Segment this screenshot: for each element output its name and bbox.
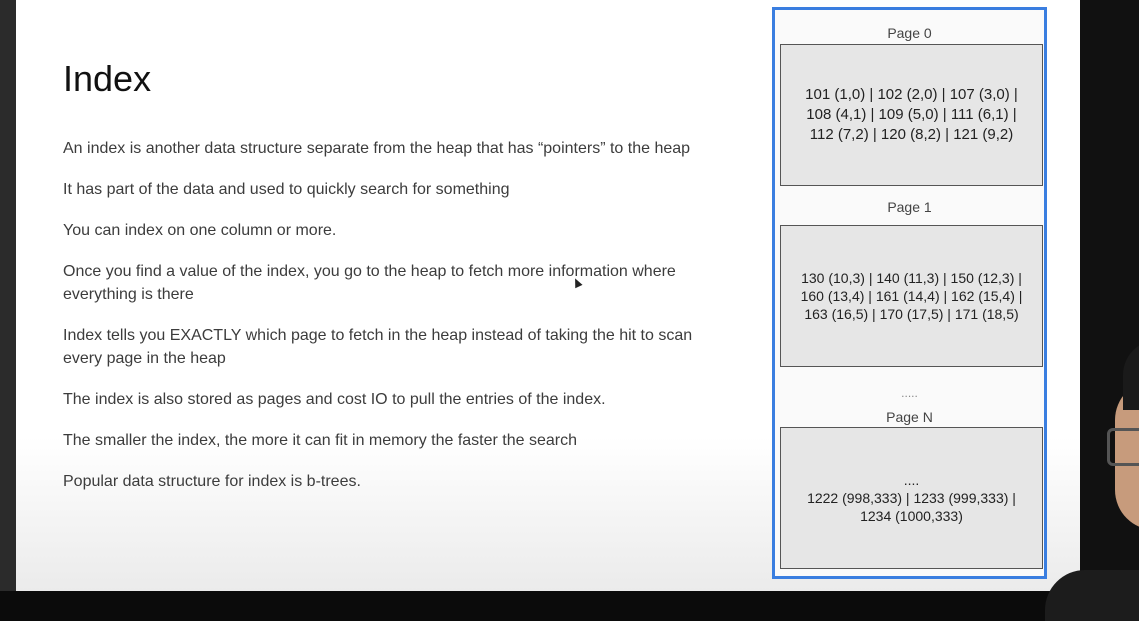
page-label: Page N: [886, 409, 933, 425]
slide: Index An index is another data structure…: [16, 0, 1080, 591]
page-line: 163 (16,5) | 170 (17,5) | 171 (18,5): [804, 306, 1019, 322]
page-label: Page 1: [887, 199, 932, 215]
page-line: 1234 (1000,333): [860, 508, 963, 524]
page-box: .... 1222 (998,333) | 1233 (999,333) | 1…: [780, 427, 1043, 569]
bullet-item: Popular data structure for index is b-tr…: [63, 473, 361, 490]
page-line: 1222 (998,333) | 1233 (999,333) |: [807, 490, 1016, 506]
bullet-item: The smaller the index, the more it can f…: [63, 432, 577, 449]
presenter-hair: [1123, 340, 1139, 410]
page-box: 130 (10,3) | 140 (11,3) | 150 (12,3) | 1…: [780, 225, 1043, 367]
bullet-item: Index tells you EXACTLY which page to fe…: [63, 327, 693, 367]
page-line: 160 (13,4) | 161 (14,4) | 162 (15,4) |: [800, 288, 1023, 304]
page-label: Page 0: [887, 25, 932, 41]
page-box: 101 (1,0) | 102 (2,0) | 107 (3,0) | 108 …: [780, 44, 1043, 186]
bullet-item: The index is also stored as pages and co…: [63, 391, 606, 408]
page-line: 101 (1,0) | 102 (2,0) | 107 (3,0) |: [805, 86, 1018, 103]
slide-title: Index: [63, 58, 152, 99]
webcam-presenter: [1045, 330, 1139, 621]
page-line: 108 (4,1) | 109 (5,0) | 111 (6,1) |: [806, 106, 1017, 123]
page-line: 112 (7,2) | 120 (8,2) | 121 (9,2): [809, 126, 1014, 143]
presenter-glasses: [1107, 428, 1139, 466]
window-edge: [0, 0, 16, 591]
page-line: 130 (10,3) | 140 (11,3) | 150 (12,3) |: [801, 270, 1022, 286]
bullet-item: You can index on one column or more.: [63, 222, 337, 239]
bullet-item: It has part of the data and used to quic…: [63, 181, 510, 198]
bullet-item: An index is another data structure separ…: [63, 140, 691, 157]
heap-panel: Page 0 101 (1,0) | 102 (2,0) | 107 (3,0)…: [772, 7, 1047, 579]
bullet-item: Once you find a value of the index, you …: [63, 263, 676, 303]
bullet-list: An index is another data structure separ…: [63, 137, 693, 511]
presenter-shirt: [1045, 570, 1139, 621]
page-line: ....: [903, 472, 920, 488]
ellipsis: .....: [901, 386, 918, 400]
